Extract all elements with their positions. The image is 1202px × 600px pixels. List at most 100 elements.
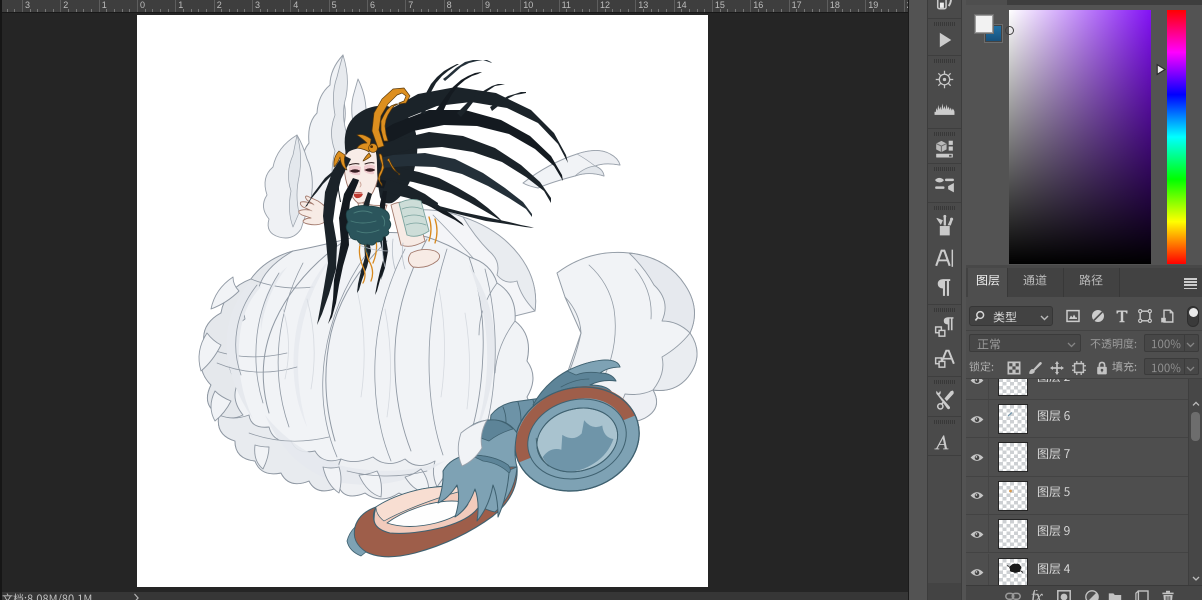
delete-layer-button[interactable] xyxy=(1161,590,1176,600)
panel-group-grip[interactable] xyxy=(934,419,955,424)
clone-source-button[interactable] xyxy=(932,0,957,17)
link-layers-button[interactable] xyxy=(1005,590,1021,600)
navigator-wheel-button[interactable] xyxy=(932,67,957,92)
canvas-workspace[interactable]: 32101234567891011121314151617181920 xyxy=(0,0,908,600)
layer-row[interactable] xyxy=(966,438,1188,477)
character-panel-button[interactable] xyxy=(932,246,957,271)
status-chevron-icon[interactable] xyxy=(134,593,140,600)
ruler-minor-tick xyxy=(650,9,652,12)
layer-name[interactable] xyxy=(1037,486,1071,505)
layer-name[interactable] xyxy=(1037,447,1071,466)
add-layer-mask-button[interactable] xyxy=(1057,590,1072,600)
opacity-input[interactable] xyxy=(1144,334,1199,352)
ruler-minor-tick xyxy=(773,9,775,12)
panel-group-grip[interactable] xyxy=(934,206,955,210)
tab-channels-label xyxy=(1023,274,1047,291)
layer-thumbnail[interactable] xyxy=(998,480,1028,511)
ruler-minor-tick xyxy=(305,9,307,12)
layer-visibility-toggle[interactable] xyxy=(966,379,989,399)
tool-presets-button[interactable] xyxy=(932,387,957,412)
layer-row[interactable] xyxy=(966,515,1188,554)
layer-row[interactable] xyxy=(966,399,1188,439)
new-adjustment-layer-button[interactable] xyxy=(1085,590,1100,600)
layer-thumbnail[interactable] xyxy=(998,403,1028,434)
tab-paths[interactable] xyxy=(1063,268,1119,297)
character-styles-icon xyxy=(934,349,955,368)
layer-row[interactable] xyxy=(966,553,1188,585)
layer-visibility-toggle[interactable] xyxy=(966,399,989,438)
hue-slider-marker[interactable] xyxy=(1156,63,1166,76)
tab-layers[interactable] xyxy=(968,268,1007,297)
layer-thumbnail-art xyxy=(999,520,1029,550)
tab-channels[interactable] xyxy=(1007,268,1063,297)
tab-layers-label xyxy=(976,274,1000,291)
layer-thumbnail[interactable] xyxy=(998,379,1028,396)
layer-row[interactable] xyxy=(966,379,1188,400)
layer-list-scrollbar[interactable] xyxy=(1188,379,1202,585)
ruler-minor-tick xyxy=(581,9,583,12)
scrollbar-thumb[interactable] xyxy=(1191,412,1200,441)
ruler-minor-tick xyxy=(689,9,690,12)
glyphs-panel-button[interactable] xyxy=(932,428,957,453)
brush-presets-button[interactable] xyxy=(932,213,957,238)
filter-by-type-button[interactable] xyxy=(1114,308,1130,324)
lock-all-button[interactable] xyxy=(1095,361,1109,375)
filter-by-smart-object-button[interactable] xyxy=(1159,308,1175,324)
ruler-minor-tick xyxy=(167,9,169,12)
layer-row[interactable] xyxy=(966,476,1188,516)
scroll-down-icon[interactable] xyxy=(1192,576,1200,582)
color-field[interactable] xyxy=(1009,10,1151,264)
layer-name[interactable] xyxy=(1037,563,1071,582)
layer-name[interactable] xyxy=(1037,409,1071,428)
layer-name[interactable] xyxy=(1037,524,1071,543)
layer-visibility-toggle[interactable] xyxy=(966,515,989,553)
filter-by-image-button[interactable] xyxy=(1065,308,1081,324)
layer-thumbnail[interactable] xyxy=(998,519,1029,550)
3d-panel-button[interactable] xyxy=(932,135,957,160)
panel-group-grip[interactable] xyxy=(934,22,955,26)
scroll-up-icon[interactable] xyxy=(1192,401,1200,407)
layer-visibility-toggle[interactable] xyxy=(966,553,989,585)
lock-position-button[interactable] xyxy=(1050,361,1064,375)
ruler-minor-tick xyxy=(114,9,115,12)
lock-transparent-pixels-button[interactable] xyxy=(1007,361,1021,375)
actions-play-button[interactable] xyxy=(932,28,957,53)
ruler-minor-tick xyxy=(489,9,491,12)
horizontal-ruler[interactable]: 32101234567891011121314151617181920 xyxy=(0,0,908,13)
new-group-button[interactable] xyxy=(1108,590,1123,600)
layer-style-button[interactable] xyxy=(1029,589,1046,600)
blend-mode-select[interactable] xyxy=(969,334,1081,352)
panel-group-grip[interactable] xyxy=(934,307,955,312)
foreground-color-swatch[interactable] xyxy=(974,14,994,34)
fill-input[interactable] xyxy=(1144,358,1199,375)
glyph-text xyxy=(1152,339,1181,349)
histogram-button[interactable] xyxy=(932,95,957,120)
paragraph-styles-button[interactable] xyxy=(932,315,957,340)
layer-filter-switch[interactable] xyxy=(1187,306,1199,327)
lock-all-icon xyxy=(1096,361,1108,375)
document-canvas[interactable] xyxy=(137,15,708,587)
layer-name[interactable] xyxy=(1037,379,1071,390)
panel-menu-icon[interactable] xyxy=(1184,278,1197,290)
filter-by-adjustment-button[interactable] xyxy=(1090,308,1106,324)
brush-settings-button[interactable] xyxy=(932,171,957,196)
panel-group-grip[interactable] xyxy=(934,59,955,63)
panel-group-grip[interactable] xyxy=(934,379,955,384)
filter-image-icon xyxy=(1066,309,1080,323)
lock-artboard-button[interactable] xyxy=(1072,361,1086,375)
ruler-major-tick xyxy=(22,0,23,12)
hue-slider[interactable] xyxy=(1167,10,1186,264)
layers-tab-bar xyxy=(966,268,1202,297)
ruler-minor-tick xyxy=(106,9,108,12)
layer-filter-type-select[interactable] xyxy=(969,306,1053,326)
filter-by-shape-button[interactable] xyxy=(1137,308,1153,324)
color-field-marker[interactable] xyxy=(1005,26,1014,35)
paragraph-panel-button[interactable] xyxy=(932,275,957,300)
new-layer-button[interactable] xyxy=(1135,590,1150,600)
character-styles-button[interactable] xyxy=(932,346,957,371)
layer-visibility-toggle[interactable] xyxy=(966,438,989,476)
lock-image-pixels-button[interactable] xyxy=(1028,361,1042,375)
layer-thumbnail[interactable] xyxy=(998,557,1028,585)
layer-thumbnail[interactable] xyxy=(998,442,1028,473)
layer-visibility-toggle[interactable] xyxy=(966,476,989,515)
